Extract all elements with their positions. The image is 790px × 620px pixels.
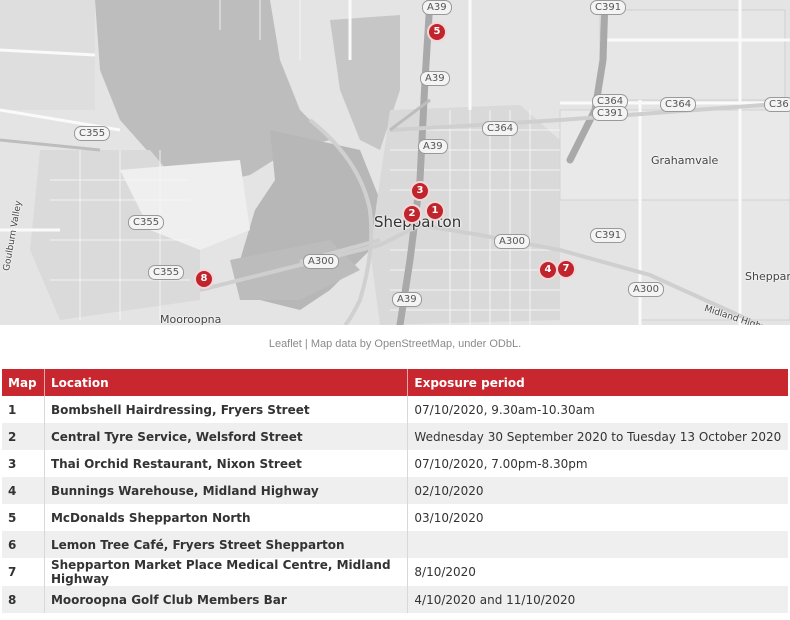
table-row: 4 Bunnings Warehouse, Midland Highway 02… <box>2 477 788 504</box>
cell-exposure-period <box>407 531 788 558</box>
road-label-c355: C355 <box>128 215 165 230</box>
road-label-a39: A39 <box>392 292 422 307</box>
map-attribution[interactable]: Leaflet | Map data by OpenStreetMap, und… <box>0 338 790 350</box>
cell-map-number: 6 <box>2 531 45 558</box>
table-row: 3 Thai Orchid Restaurant, Nixon Street 0… <box>2 450 788 477</box>
cell-location: Lemon Tree Café, Fryers Street Shepparto… <box>44 531 409 558</box>
road-label-c364: C364 <box>660 97 697 112</box>
exposure-table-container: Map Location Exposure period 1 Bombshell… <box>2 369 788 613</box>
cell-exposure-period: 07/10/2020, 7.00pm-8.30pm <box>407 450 788 477</box>
cell-exposure-period: 4/10/2020 and 11/10/2020 <box>407 586 788 613</box>
road-label-c364: C364 <box>482 121 519 136</box>
cell-exposure-period: 03/10/2020 <box>407 504 788 531</box>
road-label-c391: C391 <box>590 0 627 15</box>
road-label-a300: A300 <box>303 254 339 269</box>
map-marker-8[interactable]: 8 <box>194 269 214 289</box>
cell-location: Mooroopna Golf Club Members Bar <box>44 586 409 613</box>
road-label-a39: A39 <box>418 139 448 154</box>
cell-location: Shepparton Market Place Medical Centre, … <box>44 558 409 586</box>
map-marker-3[interactable]: 3 <box>410 181 430 201</box>
cell-location: Central Tyre Service, Welsford Street <box>44 423 409 450</box>
column-header-exposure-period: Exposure period <box>407 369 788 396</box>
cell-map-number: 1 <box>2 396 45 423</box>
cell-location: McDonalds Shepparton North <box>44 504 409 531</box>
road-label-c355: C355 <box>148 265 185 280</box>
cell-map-number: 2 <box>2 423 45 450</box>
road-label-c391: C391 <box>592 106 629 121</box>
road-label-c355: C355 <box>74 126 111 141</box>
cell-exposure-period: 07/10/2020, 9.30am-10.30am <box>407 396 788 423</box>
place-label-shepparton-east: Sheppart <box>745 270 790 283</box>
table-row: 6 Lemon Tree Café, Fryers Street Sheppar… <box>2 531 788 558</box>
cell-map-number: 8 <box>2 586 45 613</box>
place-label-grahamvale: Grahamvale <box>651 154 719 167</box>
map-marker-5[interactable]: 5 <box>427 22 447 42</box>
place-label-mooroopna: Mooroopna <box>160 313 222 325</box>
map-marker-7[interactable]: 7 <box>556 259 576 279</box>
road-label-c364: C36 <box>764 97 790 112</box>
map-view[interactable]: A39 C391 A39 A39 A39 C355 C355 C355 C364… <box>0 0 790 325</box>
cell-map-number: 5 <box>2 504 45 531</box>
cell-map-number: 7 <box>2 558 45 586</box>
road-label-a300: A300 <box>628 282 664 297</box>
table-row: 1 Bombshell Hairdressing, Fryers Street … <box>2 396 788 423</box>
map-marker-4[interactable]: 4 <box>538 260 558 280</box>
cell-location: Bombshell Hairdressing, Fryers Street <box>44 396 409 423</box>
road-label-a39: A39 <box>422 0 452 15</box>
table-header-row: Map Location Exposure period <box>2 369 788 396</box>
cell-exposure-period: Wednesday 30 September 2020 to Tuesday 1… <box>407 423 788 450</box>
road-label-c391: C391 <box>590 228 627 243</box>
table-row: 7 Shepparton Market Place Medical Centre… <box>2 558 788 586</box>
table-row: 8 Mooroopna Golf Club Members Bar 4/10/2… <box>2 586 788 613</box>
column-header-location: Location <box>44 369 409 396</box>
map-marker-2[interactable]: 2 <box>402 204 422 224</box>
cell-exposure-period: 8/10/2020 <box>407 558 788 586</box>
cell-map-number: 3 <box>2 450 45 477</box>
cell-location: Thai Orchid Restaurant, Nixon Street <box>44 450 409 477</box>
cell-exposure-period: 02/10/2020 <box>407 477 788 504</box>
column-header-map: Map <box>2 369 45 396</box>
cell-map-number: 4 <box>2 477 45 504</box>
table-row: 2 Central Tyre Service, Welsford Street … <box>2 423 788 450</box>
road-label-a39: A39 <box>420 71 450 86</box>
map-marker-1[interactable]: 1 <box>425 201 445 221</box>
cell-location: Bunnings Warehouse, Midland Highway <box>44 477 409 504</box>
exposure-sites-table: Map Location Exposure period 1 Bombshell… <box>2 369 788 613</box>
road-label-a300: A300 <box>494 234 530 249</box>
table-row: 5 McDonalds Shepparton North 03/10/2020 <box>2 504 788 531</box>
